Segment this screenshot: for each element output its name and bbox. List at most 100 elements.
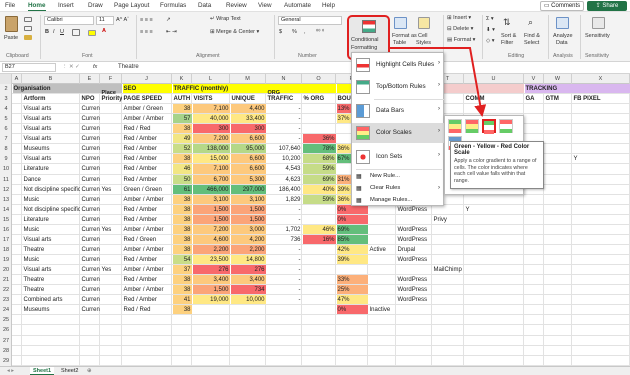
cell-org-traffic[interactable]: - — [267, 134, 302, 143]
cell-priority-place[interactable]: Yes — [101, 225, 122, 234]
cell-artform[interactable]: Theatre — [23, 275, 80, 284]
cell-bounce[interactable]: 69% — [336, 224, 368, 234]
cell-fb-pixel[interactable] — [573, 265, 630, 274]
cell-org-traffic[interactable]: 107,640 — [267, 144, 302, 153]
row-header-21[interactable]: 21 — [0, 275, 12, 285]
cell-visits[interactable]: 15,000 — [192, 154, 230, 164]
row-header-10[interactable]: 10 — [0, 164, 12, 174]
cell-org-traffic[interactable]: - — [267, 255, 302, 264]
row-header-16[interactable]: 16 — [0, 225, 12, 235]
cell-page-speed[interactable]: Red / Amber — [123, 215, 172, 224]
cell-unique[interactable]: 2,200 — [230, 244, 266, 254]
row-header-9[interactable]: 9 — [0, 154, 12, 164]
cell-artform[interactable]: Museums — [23, 305, 80, 314]
cell-ga[interactable] — [525, 124, 544, 133]
cell-priority-place[interactable] — [101, 124, 122, 133]
cell-auth[interactable]: 52 — [172, 144, 192, 154]
column-header-L[interactable]: L — [192, 74, 230, 84]
cell-priority-place[interactable] — [101, 134, 122, 143]
cell-org-traffic[interactable]: - — [267, 245, 302, 254]
cell-tool[interactable]: MailChimp — [433, 265, 524, 274]
color-scale-green-yellow-red-icon[interactable] — [448, 119, 462, 133]
orientation-icon[interactable]: ↗ — [166, 17, 171, 23]
comments-button[interactable]: ▭ Comments — [540, 1, 584, 11]
cell-pct-org[interactable] — [303, 114, 336, 123]
cell-pct-org[interactable] — [303, 124, 336, 133]
column-header-M[interactable]: M — [230, 74, 266, 84]
cell-npo[interactable]: Current — [81, 104, 100, 113]
cell-fb-pixel[interactable] — [573, 245, 630, 254]
cell-org-traffic[interactable]: - — [267, 265, 302, 274]
cell-artform[interactable]: Music — [23, 225, 80, 234]
cell-priority-place[interactable] — [101, 164, 122, 173]
cell-fb-pixel[interactable] — [573, 195, 630, 204]
color-scale-red-yellow-green-icon[interactable] — [465, 119, 479, 133]
cell-artform[interactable]: Visual arts — [23, 134, 80, 143]
cell-artform[interactable]: Not discipline specific — [23, 205, 80, 214]
header-unique[interactable]: UNIQUE — [231, 94, 266, 103]
header-tracking[interactable]: TRACKING — [524, 84, 630, 94]
cell-gtm[interactable] — [545, 205, 572, 214]
header-auth[interactable]: AUTH — [173, 94, 192, 103]
column-header-V[interactable]: V — [524, 74, 544, 84]
cell-status[interactable] — [369, 255, 396, 264]
format-as-table-label2[interactable]: Table — [393, 40, 406, 46]
find-select-icon[interactable]: ⌕ — [528, 17, 533, 28]
cell-priority-place[interactable] — [101, 175, 122, 184]
cell-unique[interactable]: 4,400 — [230, 104, 266, 114]
cell-tool[interactable] — [433, 245, 524, 254]
tab-file[interactable]: File — [5, 2, 15, 9]
cell-unique[interactable]: 297,000 — [230, 184, 266, 194]
cell-org-traffic[interactable]: 1,829 — [267, 195, 302, 204]
cell-gtm[interactable] — [545, 164, 572, 173]
cell-page-speed[interactable]: Red / Green — [123, 235, 172, 244]
header-page-speed[interactable]: PAGE SPEED — [123, 94, 172, 103]
cell-auth[interactable]: 61 — [172, 184, 192, 194]
cell-visits[interactable]: 7,100 — [192, 104, 230, 114]
cell-unique[interactable]: 10,000 — [230, 295, 266, 305]
column-header-E[interactable]: E — [80, 74, 100, 84]
cell-visits[interactable]: 23,500 — [192, 255, 230, 265]
cell-gtm[interactable] — [545, 215, 572, 224]
cell-npo[interactable]: Current — [81, 164, 100, 173]
font-color-icon[interactable]: A — [102, 28, 106, 34]
cell-visits[interactable]: 1,500 — [192, 214, 230, 224]
cell-bounce[interactable]: 39% — [336, 255, 368, 265]
share-button[interactable]: ⇪ Share — [587, 1, 627, 11]
cell-fb-pixel[interactable] — [573, 205, 630, 214]
cell-npo[interactable]: Current — [81, 305, 100, 314]
cell-pct-org[interactable]: 16% — [302, 234, 336, 244]
cell-auth[interactable]: 38 — [172, 104, 192, 114]
cell-artform[interactable]: Literature — [23, 215, 80, 224]
cell-artform[interactable]: Theatre — [23, 285, 80, 294]
tab-help[interactable]: Help — [322, 2, 335, 9]
cell-gtm[interactable] — [545, 104, 572, 113]
cell-visits[interactable]: 6,700 — [192, 174, 230, 184]
column-header-J[interactable]: J — [122, 74, 172, 84]
menu-item-data-bars[interactable]: Data Bars › — [352, 101, 445, 121]
cell-visits[interactable]: 1,500 — [192, 204, 230, 214]
color-scale-red-white-green-icon[interactable] — [499, 119, 513, 133]
cell-page-speed[interactable]: Red / Amber — [123, 175, 172, 184]
cell-artform[interactable]: Visual arts — [23, 235, 80, 244]
cut-icon[interactable] — [24, 17, 32, 22]
cell-fb-pixel[interactable] — [573, 114, 630, 123]
cell-auth[interactable]: 38 — [172, 124, 192, 134]
cell-artform[interactable]: Theatre — [23, 245, 80, 254]
cell-visits[interactable]: 466,000 — [192, 184, 230, 194]
cell-gtm[interactable] — [545, 255, 572, 264]
cell-tool[interactable] — [433, 305, 524, 314]
cell-page-speed[interactable]: Amber / Amber — [123, 225, 172, 234]
cell-npo[interactable]: Current — [81, 245, 100, 254]
cell-pct-org[interactable] — [303, 305, 336, 314]
cell-priority-place[interactable] — [101, 235, 122, 244]
cell-visits[interactable]: 3,100 — [192, 194, 230, 204]
cell-ga[interactable] — [525, 235, 544, 244]
align-left-icon[interactable]: ≡ ≡ ≡ — [140, 29, 153, 35]
format-cells-button[interactable]: ▤ Format ▾ — [447, 37, 475, 43]
cell-auth[interactable]: 46 — [172, 164, 192, 174]
cell-unique[interactable]: 1,500 — [230, 204, 266, 214]
cell-org-traffic[interactable]: - — [267, 285, 302, 294]
sheet-tab-1[interactable]: Sheet1 — [30, 367, 55, 375]
tab-formulas[interactable]: Formulas — [160, 2, 186, 9]
